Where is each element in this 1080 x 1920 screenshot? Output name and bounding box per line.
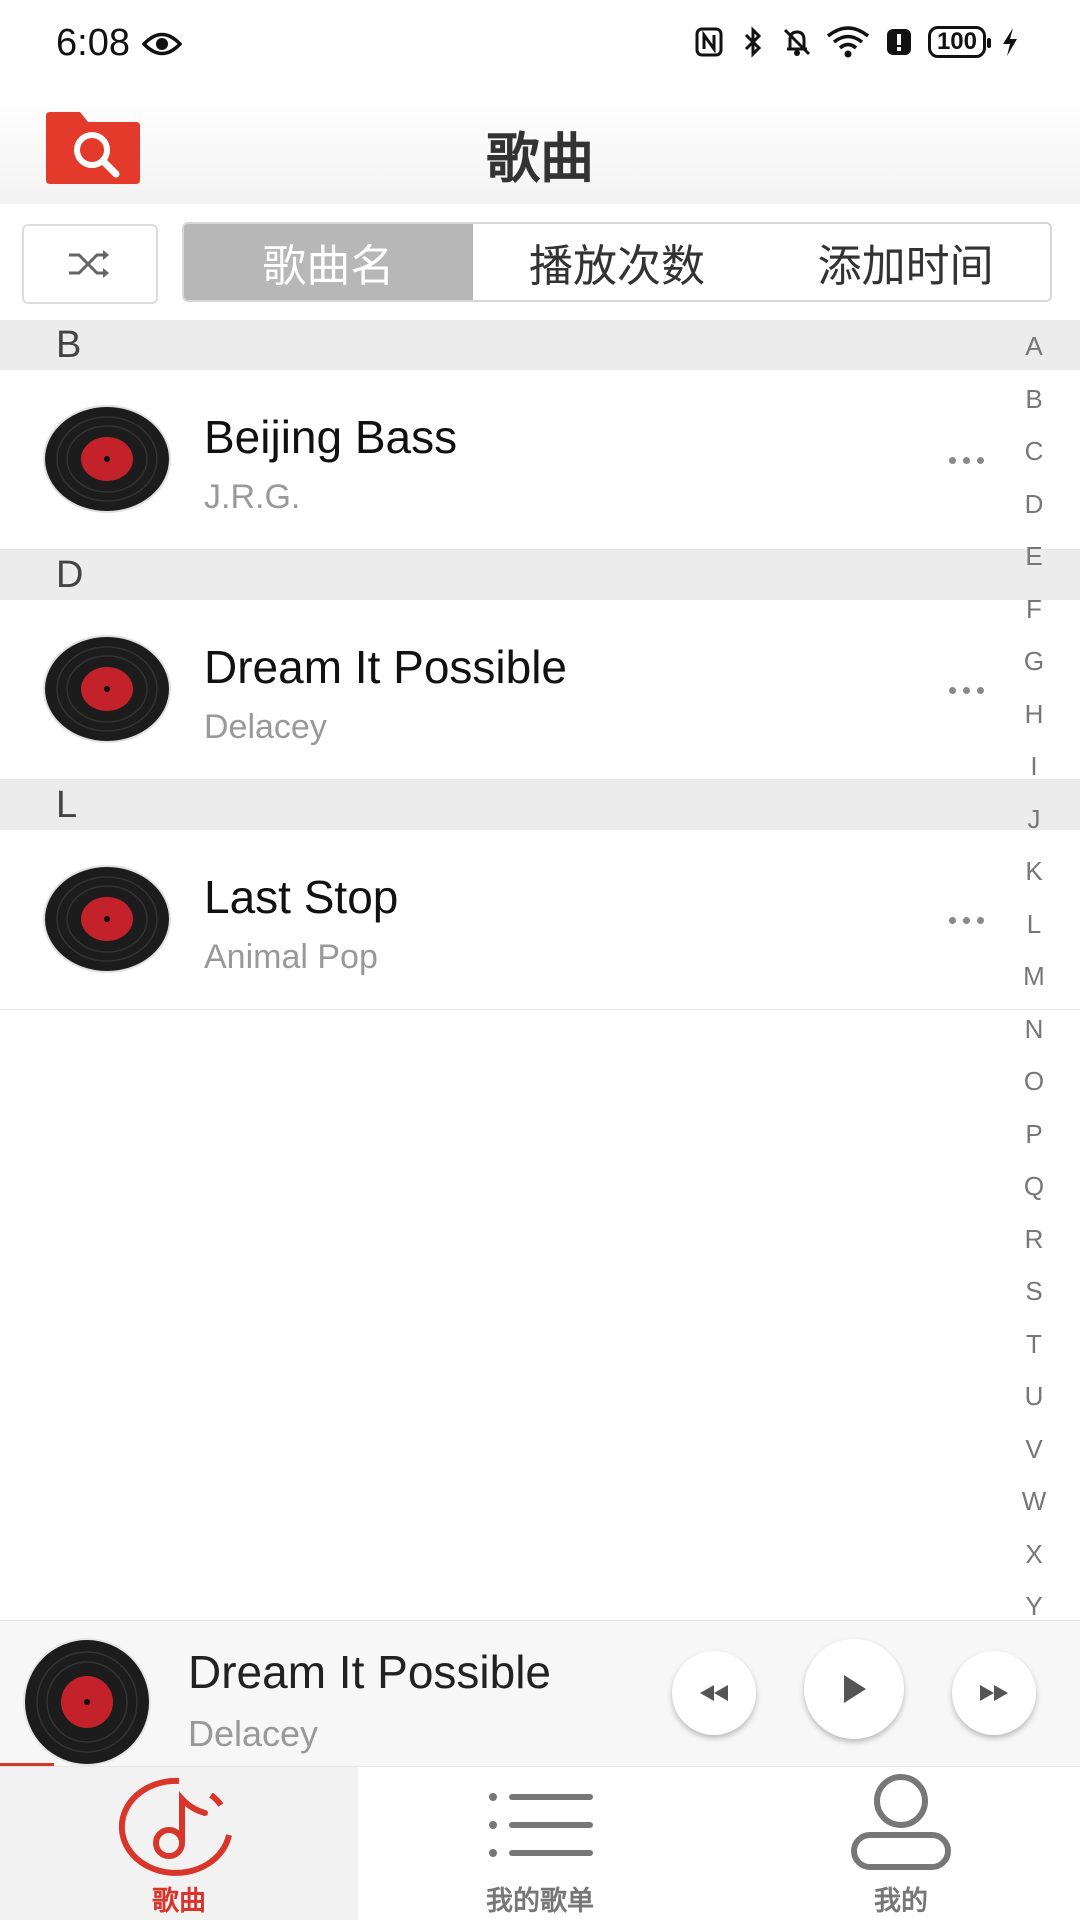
song-list: B Beijing Bass J.R.G. D Dream It Possibl… [0,320,1080,1010]
alphabet-index-letter[interactable]: I [1012,740,1056,793]
nfc-icon [694,24,724,60]
song-title: Dream It Possible [204,641,568,693]
mute-icon [782,24,812,60]
more-options-button[interactable] [936,670,996,710]
battery-level: 100 [936,28,977,55]
sort-by-name-tab[interactable]: 歌曲名 [184,224,473,300]
alphabet-index-letter[interactable]: N [1012,1003,1056,1056]
rewind-icon [700,1685,728,1701]
nav-me-label: 我的 [874,1886,928,1916]
status-bar: 6:08 100 [0,0,1080,92]
nav-my-playlists-label: 我的歌单 [486,1886,594,1916]
song-title: Last Stop [204,871,399,923]
alphabet-index-letter[interactable]: F [1012,583,1056,636]
song-title: Beijing Bass [204,411,458,463]
vinyl-record-icon [43,635,171,743]
more-options-button[interactable] [936,440,996,480]
playlist-icon [489,1793,593,1857]
eye-icon [141,32,182,55]
alphabet-index-letter[interactable]: L [1012,898,1056,951]
alphabet-index-letter[interactable]: A [1012,320,1056,373]
music-note-icon [119,1777,232,1876]
now-playing-bar[interactable]: Dream It Possible Delacey [0,1620,1080,1767]
sort-by-play-count-tab[interactable]: 播放次数 [472,224,762,300]
now-playing-title: Dream It Possible [188,1646,552,1698]
previous-button[interactable] [672,1651,756,1735]
play-icon [844,1675,866,1703]
nav-songs[interactable]: 歌曲 [0,1767,358,1920]
bottom-navigation: 歌曲 我的歌单 我的 [0,1766,1080,1920]
alphabet-index-letter[interactable]: T [1012,1318,1056,1371]
alphabet-index-letter[interactable]: U [1012,1370,1056,1423]
vinyl-record-icon [43,405,171,513]
alphabet-index-letter[interactable]: O [1012,1055,1056,1108]
alphabet-index-letter[interactable]: C [1012,425,1056,478]
bluetooth-icon [738,24,768,60]
page-title: 歌曲 [486,129,594,189]
alphabet-index[interactable]: ABCDEFGHIJKLMNOPQRSTUVWXY [1012,320,1056,1633]
alphabet-index-letter[interactable]: D [1012,478,1056,531]
nav-songs-label: 歌曲 [152,1886,206,1916]
alphabet-index-letter[interactable]: S [1012,1265,1056,1318]
alphabet-index-letter[interactable]: B [1012,373,1056,426]
alphabet-index-letter[interactable]: X [1012,1528,1056,1581]
nav-my-playlists[interactable]: 我的歌单 [358,1767,722,1920]
alphabet-index-letter[interactable]: K [1012,845,1056,898]
alphabet-index-letter[interactable]: H [1012,688,1056,741]
fast-forward-icon [980,1685,1008,1701]
now-playing-artist: Delacey [188,1713,319,1754]
section-header-d: D [0,550,1080,600]
shuffle-icon [69,250,109,278]
wifi-icon [826,24,870,60]
alphabet-index-letter[interactable]: E [1012,530,1056,583]
status-time: 6:08 [56,22,130,64]
section-header-b: B [0,320,1080,370]
alphabet-index-letter[interactable]: M [1012,950,1056,1003]
section-header-l: L [0,780,1080,830]
more-options-button[interactable] [936,900,996,940]
alphabet-index-letter[interactable]: Q [1012,1160,1056,1213]
nav-me[interactable]: 我的 [722,1767,1080,1920]
alphabet-index-letter[interactable]: V [1012,1423,1056,1476]
song-artist: Animal Pop [204,938,378,976]
song-artist: Delacey [204,708,327,746]
now-playing-vinyl-icon [23,1638,151,1766]
alphabet-index-letter[interactable]: R [1012,1213,1056,1266]
battery-icon: 100 [927,26,992,58]
next-button[interactable] [952,1651,1036,1735]
vinyl-record-icon [43,865,171,973]
profile-icon [851,1774,951,1870]
app-header: 歌曲 [0,92,1080,204]
charging-icon [1000,24,1020,60]
play-button[interactable] [804,1639,904,1739]
alphabet-index-letter[interactable]: P [1012,1108,1056,1161]
sort-by-date-added-tab[interactable]: 添加时间 [761,224,1050,300]
song-row[interactable]: Dream It Possible Delacey [0,600,1080,780]
song-row[interactable]: Beijing Bass J.R.G. [0,370,1080,550]
alphabet-index-letter[interactable]: W [1012,1475,1056,1528]
alphabet-index-letter[interactable]: G [1012,635,1056,688]
song-artist: J.R.G. [204,478,301,516]
sort-bar: 歌曲名 播放次数 添加时间 [0,204,1080,320]
shuffle-button[interactable] [22,224,158,304]
alphabet-index-letter[interactable]: J [1012,793,1056,846]
song-row[interactable]: Last Stop Animal Pop [0,830,1080,1010]
alert-icon [884,24,914,60]
sort-segmented-control: 歌曲名 播放次数 添加时间 [182,222,1052,302]
